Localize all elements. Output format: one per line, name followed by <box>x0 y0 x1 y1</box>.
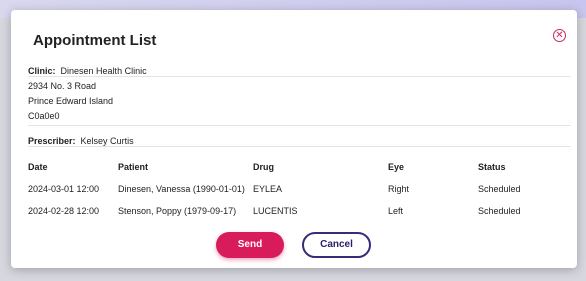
divider <box>28 125 571 126</box>
cell-patient: Dinesen, Vanessa (1990-01-01) <box>118 184 245 194</box>
table-row: 2024-02-28 12:00 Stenson, Poppy (1979-09… <box>28 200 558 222</box>
cancel-button[interactable]: Cancel <box>302 232 371 258</box>
divider <box>28 146 571 147</box>
cell-status: Scheduled <box>478 184 521 194</box>
header-status: Status <box>478 162 506 172</box>
cell-drug: EYLEA <box>253 184 283 194</box>
clinic-postal: C0a0e0 <box>28 111 60 121</box>
header-date: Date <box>28 162 48 172</box>
prescriber-row: Prescriber: Kelsey Curtis <box>28 136 134 146</box>
send-button[interactable]: Send <box>216 232 284 258</box>
prescriber-label: Prescriber: <box>28 136 76 146</box>
cell-patient: Stenson, Poppy (1979-09-17) <box>118 206 237 216</box>
cell-status: Scheduled <box>478 206 521 216</box>
cell-date: 2024-02-28 12:00 <box>28 206 100 216</box>
header-drug: Drug <box>253 162 274 172</box>
close-icon[interactable]: ✕ <box>553 29 566 42</box>
clinic-row: Clinic: Dinesen Health Clinic <box>28 66 147 76</box>
clinic-label: Clinic: <box>28 66 56 76</box>
table-row: 2024-03-01 12:00 Dinesen, Vanessa (1990-… <box>28 178 558 200</box>
divider <box>28 76 571 77</box>
table-header-row: Date Patient Drug Eye Status <box>28 156 558 178</box>
clinic-address2: Prince Edward Island <box>28 96 114 106</box>
cell-drug: LUCENTIS <box>253 206 298 216</box>
header-patient: Patient <box>118 162 149 172</box>
cell-eye: Right <box>388 184 410 194</box>
dialog-title: Appointment List <box>33 32 157 49</box>
appointment-list-dialog: Appointment List ✕ Clinic: Dinesen Healt… <box>11 10 577 268</box>
clinic-name: Dinesen Health Clinic <box>60 66 147 76</box>
prescriber-name: Kelsey Curtis <box>80 136 134 146</box>
clinic-address1: 2934 No. 3 Road <box>28 81 97 91</box>
appointments-table: Date Patient Drug Eye Status 2024-03-01 … <box>28 156 558 222</box>
cell-eye: Left <box>388 206 404 216</box>
header-eye: Eye <box>388 162 405 172</box>
cell-date: 2024-03-01 12:00 <box>28 184 100 194</box>
